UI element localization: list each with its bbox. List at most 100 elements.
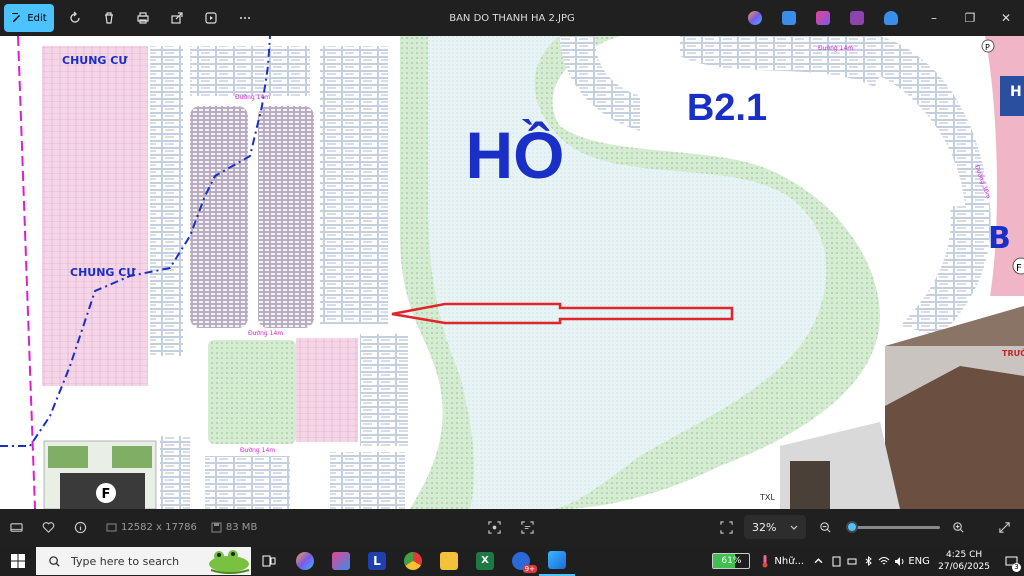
file-info-button[interactable] xyxy=(64,509,96,546)
lot-block-d xyxy=(320,46,388,324)
taskbar-search-box[interactable]: Type here to search xyxy=(36,547,251,575)
wifi-icon xyxy=(878,556,890,564)
lot-block-h xyxy=(160,436,190,509)
l-app[interactable]: L xyxy=(359,546,395,576)
device-icon xyxy=(832,556,841,566)
clipchamp-editor-icon[interactable] xyxy=(850,11,864,25)
lot-block-f xyxy=(205,456,290,509)
txl-label: TXL xyxy=(759,493,775,502)
battery-small-icon xyxy=(847,558,857,564)
slideshow-button[interactable] xyxy=(194,4,228,32)
favorite-button[interactable] xyxy=(32,509,64,546)
battery-body: 61% xyxy=(712,553,751,569)
chung-cu-top-label: CHUNG CƯ xyxy=(62,54,128,67)
ha-label: H xyxy=(1010,84,1022,100)
m365-app[interactable] xyxy=(323,546,359,576)
lot-block-a xyxy=(150,46,183,356)
file-size-text: 83 MB xyxy=(225,522,258,533)
volume-button[interactable] xyxy=(892,546,908,576)
edit-button[interactable]: Edit xyxy=(4,4,54,32)
map-image: F HỒ B2.1 H TXL TRƯỜ CHUNG CƯ CHUNG CƯ Đ… xyxy=(0,36,1024,509)
render-house xyxy=(790,461,830,509)
m365-icon xyxy=(332,552,350,570)
fullscreen-button[interactable] xyxy=(988,509,1020,546)
road-label-3: Đường 14m xyxy=(240,447,275,454)
delete-button[interactable] xyxy=(92,4,126,32)
clipchamp-icon[interactable] xyxy=(816,11,830,25)
share-button[interactable] xyxy=(160,4,194,32)
close-button[interactable]: ✕ xyxy=(988,0,1024,36)
trash-icon xyxy=(105,12,113,24)
info-icon xyxy=(74,521,86,534)
lot-block-c xyxy=(258,106,314,328)
parking-label: P xyxy=(985,43,990,52)
battery-indicator[interactable]: 61% xyxy=(706,553,756,569)
zoom-out-button[interactable] xyxy=(809,509,841,546)
facility-green-1 xyxy=(48,446,88,468)
more-options-button[interactable] xyxy=(228,4,262,32)
printer-icon xyxy=(137,12,149,24)
zoom-slider-thumb[interactable] xyxy=(845,521,858,533)
search-icon xyxy=(49,555,60,567)
chrome-app[interactable] xyxy=(395,546,431,576)
notifications-button[interactable]: 3 xyxy=(998,546,1024,576)
copilot-icon[interactable] xyxy=(748,11,762,25)
language-indicator[interactable]: ENG xyxy=(908,546,930,576)
photos-app[interactable] xyxy=(539,546,575,576)
disk-icon xyxy=(211,522,222,533)
road-label-4: Đường 14m xyxy=(818,45,853,52)
weather-widget[interactable]: Nhữ... xyxy=(756,546,808,576)
heart-icon xyxy=(42,522,54,533)
onedrive-icon[interactable] xyxy=(884,11,898,25)
zoom-out-icon xyxy=(819,522,831,533)
lot-block-top xyxy=(190,46,310,96)
share-icon xyxy=(171,12,183,24)
task-view-button[interactable] xyxy=(251,546,287,576)
print-button[interactable] xyxy=(126,4,160,32)
zoom-value: 32% xyxy=(752,520,777,534)
clock[interactable]: 4:25 CH 27/06/2025 xyxy=(930,549,998,573)
excel-app[interactable]: X xyxy=(467,546,503,576)
crop-button[interactable] xyxy=(478,509,510,546)
text-scan-button[interactable] xyxy=(511,509,543,546)
block-label: B2.1 xyxy=(687,87,767,129)
maximize-button[interactable]: ❐ xyxy=(952,0,988,36)
battery-percent: 61% xyxy=(721,556,742,566)
truong-label: TRƯỜ xyxy=(1002,347,1024,358)
designer-icon[interactable] xyxy=(782,11,796,25)
copilot-app[interactable] xyxy=(287,546,323,576)
tray-app-2[interactable] xyxy=(844,546,860,576)
lot-block-b xyxy=(190,106,248,328)
excel-icon: X xyxy=(476,552,494,570)
title-bar: Edit BAN DO THANH HA 2.JPG – ❐ ✕ xyxy=(0,0,1024,36)
thermometer-icon xyxy=(762,555,768,568)
notification-count: 3 xyxy=(1012,563,1021,572)
edit-icon xyxy=(12,13,21,22)
road-label-2: Đường 14m xyxy=(248,330,283,337)
status-bar: 12582 x 17786 83 MB 32% xyxy=(0,509,1024,546)
filmstrip-button[interactable] xyxy=(0,509,32,546)
zoom-dropdown[interactable]: 32% xyxy=(744,515,806,539)
fit-icon xyxy=(719,521,733,534)
copilot-app-icon xyxy=(296,552,314,570)
windows-icon xyxy=(11,554,25,568)
road-label-1: Đường 14m xyxy=(235,94,270,101)
search-placeholder: Type here to search xyxy=(71,554,180,568)
rotate-icon xyxy=(70,11,80,23)
zoom-slider[interactable] xyxy=(845,521,940,533)
bluetooth-icon xyxy=(865,555,872,566)
rotate-button[interactable] xyxy=(58,4,92,32)
minimize-button[interactable]: – xyxy=(916,0,952,36)
folder-icon xyxy=(440,552,458,570)
chrome-icon xyxy=(404,552,422,570)
tray-app-1[interactable] xyxy=(828,546,844,576)
image-canvas[interactable]: F HỒ B2.1 H TXL TRƯỜ CHUNG CƯ CHUNG CƯ Đ… xyxy=(0,36,1024,509)
fit-to-window-button[interactable] xyxy=(710,509,742,546)
wifi-button[interactable] xyxy=(876,546,892,576)
file-explorer-app[interactable] xyxy=(431,546,467,576)
mail-app[interactable]: 9+ xyxy=(503,546,539,576)
tray-app-3[interactable] xyxy=(860,546,876,576)
start-button[interactable] xyxy=(0,546,36,576)
show-hidden-icons-button[interactable] xyxy=(808,546,828,576)
zoom-in-button[interactable] xyxy=(942,509,974,546)
